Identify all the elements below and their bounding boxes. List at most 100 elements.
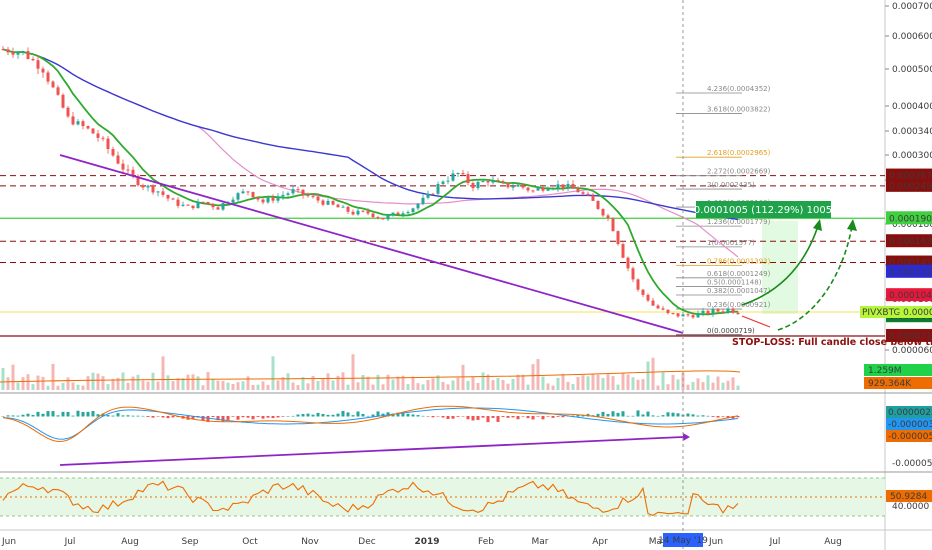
candle-body [486, 181, 490, 183]
volume-bar [616, 384, 620, 390]
macd-histogram-bar [151, 416, 155, 418]
price-tick-label: 0.0005000 [892, 65, 932, 75]
candle-body [171, 198, 175, 200]
candle-body [286, 193, 290, 195]
candle-body [76, 121, 80, 125]
candle-body [481, 181, 485, 183]
candle-body [616, 231, 620, 245]
candle-body [11, 52, 15, 55]
macd-histogram-bar [561, 416, 565, 418]
volume-bar [21, 377, 25, 390]
candle-body [701, 310, 705, 314]
macd-histogram-bar [281, 416, 285, 417]
volume-bar [251, 385, 255, 390]
candle-body [471, 182, 475, 189]
volume-bar [421, 384, 425, 390]
macd-histogram-bar [461, 416, 465, 417]
volume-bar [141, 380, 145, 390]
volume-bar [231, 383, 235, 390]
candle-body [291, 189, 295, 194]
candle-body [711, 309, 715, 315]
volume-bar [186, 374, 190, 390]
macd-histogram-bar [601, 411, 605, 417]
candle-body [66, 107, 70, 117]
candle-body [216, 207, 220, 210]
volume-bar [696, 378, 700, 390]
volume-bar [241, 381, 245, 390]
macd-histogram-bar [126, 415, 130, 417]
volume-bar [381, 384, 385, 390]
macd-histogram-bar [91, 411, 95, 417]
volume-bar [146, 381, 150, 390]
candle-body [631, 268, 635, 280]
candle-body [106, 138, 110, 150]
macd-histogram-bar [231, 416, 235, 417]
candle-body [256, 197, 260, 200]
price-tick-label: 0.0006000 [892, 32, 932, 42]
macd-histogram-bar [211, 416, 215, 418]
macd-histogram-bar [486, 416, 490, 423]
macd-histogram-bar [146, 416, 150, 417]
fib-label: 0(0.0000719) [707, 327, 755, 335]
time-tick-label: Feb [478, 537, 494, 547]
macd-histogram-bar [51, 411, 55, 417]
volume-tag-label: 929.364K [868, 379, 912, 389]
macd-histogram-bar [526, 416, 530, 419]
candle-body [396, 212, 400, 215]
volume-bar [226, 382, 230, 390]
volume-bar [341, 372, 345, 390]
macd-histogram-bar [471, 416, 475, 421]
candle-body [41, 68, 45, 73]
volume-bar [556, 377, 560, 390]
candle-body [446, 180, 450, 182]
candle-body [221, 203, 225, 210]
volume-bar [306, 383, 310, 390]
volume-bar [126, 382, 130, 390]
candle-body [736, 312, 740, 315]
macd-histogram-bar [496, 416, 500, 422]
volume-bar [331, 380, 335, 390]
candle-body [141, 185, 145, 188]
volume-bar [211, 379, 215, 390]
volume-bar [431, 378, 435, 390]
volume-bar [1, 367, 5, 390]
macd-histogram-bar [701, 415, 705, 417]
volume-bar [151, 372, 155, 390]
candle-body [706, 310, 710, 315]
level-tag-label: 0.0001904 [889, 214, 932, 224]
volume-bar [551, 385, 555, 390]
macd-tag-label: 0.0000022 [888, 408, 932, 418]
macd-histogram-bar [321, 413, 325, 417]
macd-histogram-bar [361, 413, 365, 417]
candle-body [206, 202, 210, 204]
time-tick-label: Jun [708, 537, 723, 547]
macd-histogram-bar [286, 415, 290, 417]
candle-body [236, 193, 240, 200]
candle-body [406, 212, 410, 214]
candle-body [306, 195, 310, 197]
macd-histogram-bar [476, 416, 480, 420]
macd-histogram-bar [56, 415, 60, 417]
macd-histogram-bar [46, 411, 50, 417]
volume-bar [476, 382, 480, 390]
candle-body [191, 205, 195, 209]
time-tick-label: Mar [532, 537, 549, 547]
macd-histogram-bar [426, 416, 430, 417]
candle-body [501, 181, 505, 183]
volume-bar [416, 383, 420, 390]
candle-body [166, 194, 170, 199]
volume-bar [396, 376, 400, 390]
candle-body [531, 190, 535, 192]
volume-bar [626, 374, 630, 390]
macd-histogram-bar [511, 416, 515, 418]
candle-body [586, 193, 590, 196]
macd-histogram-bar [691, 414, 695, 417]
projection-arrowhead-2 [847, 219, 857, 231]
volume-bar [346, 384, 350, 390]
volume-bar [511, 378, 515, 390]
candle-body [196, 201, 200, 209]
candle-body [386, 215, 390, 220]
volume-bar [536, 359, 540, 390]
volume-bar [441, 381, 445, 390]
candle-body [476, 181, 480, 189]
